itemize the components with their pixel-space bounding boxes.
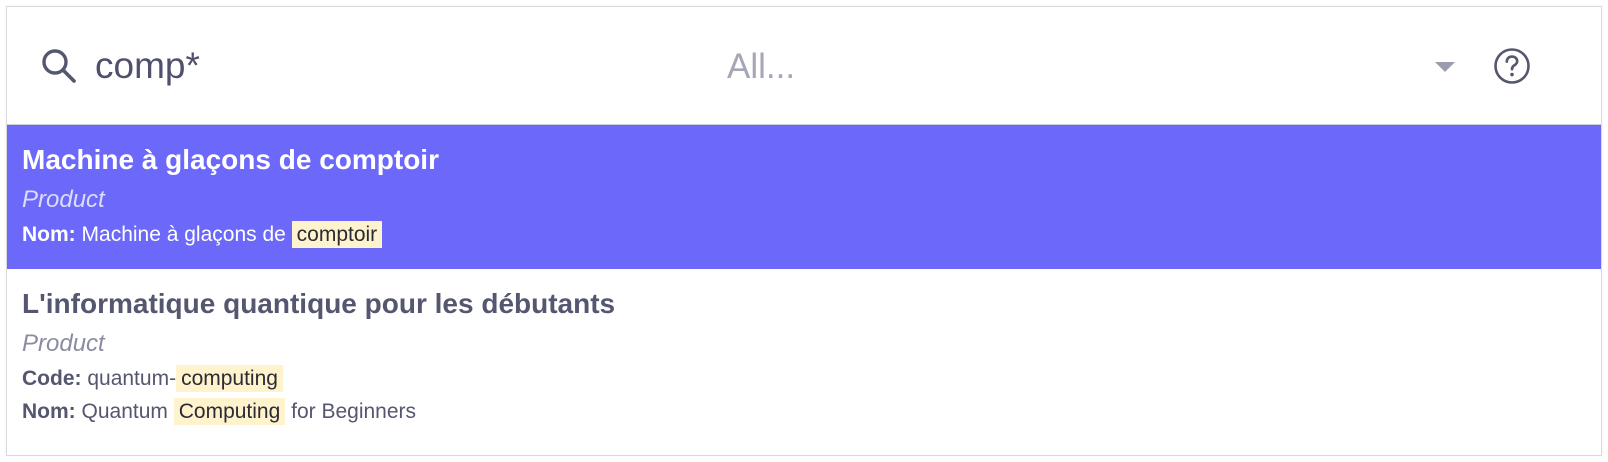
search-panel: All... Machine à glaçons de comptoir Pro… [6,6,1602,456]
field-label: Nom: [22,400,76,423]
result-item[interactable]: Machine à glaçons de comptoir Product No… [7,125,1601,269]
scope-placeholder: All... [727,47,796,86]
field-text: for Beginners [285,400,417,423]
match-highlight: comptoir [291,221,383,248]
result-title: L'informatique quantique pour les débuta… [22,288,616,319]
field-text: Machine à glaçons de [81,223,292,246]
result-field: Nom: Quantum Computing for Beginners [22,395,1586,428]
scope-select[interactable]: All... [723,37,1483,95]
field-label: Code: [22,367,82,390]
result-title: Machine à glaçons de comptoir [22,144,439,175]
chevron-down-icon [1435,62,1455,72]
field-text: quantum- [87,367,177,390]
result-field: Code: quantum-computing [22,362,1586,395]
search-input[interactable] [95,39,695,93]
search-bar: All... [7,7,1601,125]
match-highlight: Computing [173,398,286,425]
results-list: Machine à glaçons de comptoir Product No… [7,125,1601,445]
result-type: Product [22,186,105,213]
match-highlight: computing [176,365,283,392]
help-icon[interactable] [1493,47,1531,85]
result-type: Product [22,330,105,357]
field-text: Quantum [81,400,174,423]
field-label: Nom: [22,223,76,246]
result-item[interactable]: L'informatique quantique pour les débuta… [7,269,1601,445]
search-icon [42,49,76,83]
result-field: Nom: Machine à glaçons de comptoir [22,218,1586,251]
